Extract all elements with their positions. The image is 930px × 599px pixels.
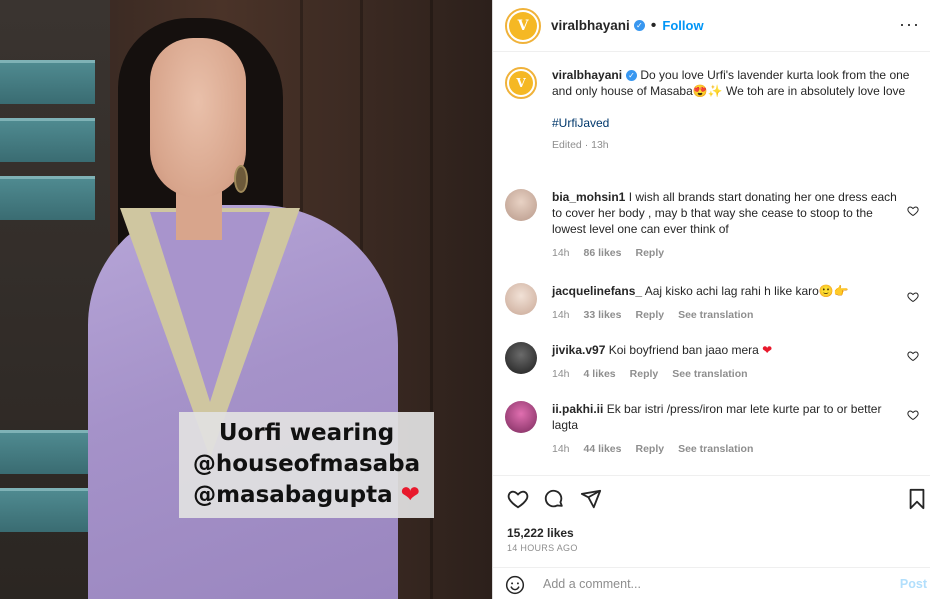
heart-emoji: ❤ bbox=[762, 343, 773, 357]
action-bar bbox=[493, 475, 930, 525]
header-username[interactable]: viralbhayani bbox=[551, 18, 630, 33]
reply-button[interactable]: Reply bbox=[630, 368, 659, 380]
comment-username[interactable]: bia_mohsin1 bbox=[552, 190, 625, 204]
commenter-avatar[interactable] bbox=[505, 342, 537, 374]
comment-likes[interactable]: 4 likes bbox=[584, 368, 616, 380]
avatar-logo: V bbox=[509, 71, 533, 95]
post-side-panel: V viralbhayani ✓ • Follow ··· V viralbha… bbox=[492, 0, 930, 599]
avatar-logo: V bbox=[509, 11, 537, 40]
shelf bbox=[0, 430, 95, 474]
comment-like-icon[interactable] bbox=[907, 409, 919, 421]
shelf bbox=[0, 176, 95, 220]
post-timestamp: 14 HOURS AGO bbox=[507, 543, 578, 553]
see-translation-link[interactable]: See translation bbox=[672, 368, 747, 380]
see-translation-link[interactable]: See translation bbox=[678, 309, 753, 321]
caption-edited: Edited · 13h bbox=[552, 139, 609, 151]
text-overlay: Uorfi wearing @houseofmasaba @masabagupt… bbox=[179, 412, 434, 518]
caption-username[interactable]: viralbhayani bbox=[552, 68, 622, 82]
shelf bbox=[0, 60, 95, 104]
reply-button[interactable]: Reply bbox=[635, 247, 664, 259]
earring bbox=[234, 165, 248, 193]
comment-username[interactable]: ii.pakhi.ii bbox=[552, 402, 603, 416]
more-options-icon[interactable]: ··· bbox=[899, 14, 920, 35]
overlay-line-3: @masabagupta ❤ bbox=[179, 480, 434, 511]
see-translation-link[interactable]: See translation bbox=[678, 443, 753, 455]
comment-likes[interactable]: 86 likes bbox=[584, 247, 622, 259]
commenter-avatar[interactable] bbox=[505, 283, 537, 315]
verified-badge-icon: ✓ bbox=[633, 20, 645, 31]
reply-button[interactable]: Reply bbox=[635, 443, 664, 455]
kurta-neckline bbox=[150, 212, 270, 402]
avatar[interactable]: V bbox=[505, 7, 541, 44]
comments-section[interactable]: V viralbhayani ✓ Do you love Urfi's laven… bbox=[493, 53, 930, 473]
comment-username[interactable]: jivika.v97 bbox=[552, 343, 605, 357]
comment-bubble-icon[interactable] bbox=[543, 488, 565, 510]
comment-time: 14h bbox=[552, 309, 570, 321]
caption-avatar[interactable]: V bbox=[505, 67, 537, 99]
hashtag-link[interactable]: #UrfiJaved bbox=[552, 115, 912, 131]
share-paper-plane-icon[interactable] bbox=[580, 488, 602, 510]
post-header: V viralbhayani ✓ • Follow ··· bbox=[493, 0, 930, 52]
follow-button[interactable]: Follow bbox=[662, 18, 703, 33]
verified-badge-icon: ✓ bbox=[626, 70, 638, 81]
comment-like-icon[interactable] bbox=[907, 291, 919, 303]
shelf bbox=[0, 118, 95, 162]
separator: • bbox=[650, 16, 657, 34]
comment-like-icon[interactable] bbox=[907, 205, 919, 217]
reply-button[interactable]: Reply bbox=[635, 309, 664, 321]
comment-likes[interactable]: 33 likes bbox=[584, 309, 622, 321]
comment-text: Koi boyfriend ban jaao mera bbox=[608, 343, 759, 357]
comment-text: Aaj kisko achi lag rahi h like karo🙂👉 bbox=[644, 284, 849, 298]
like-heart-icon[interactable] bbox=[507, 488, 529, 510]
post-media[interactable]: Uorfi wearing @houseofmasaba @masabagupt… bbox=[0, 0, 492, 599]
comment-input[interactable]: Add a comment... bbox=[543, 577, 641, 591]
person-face bbox=[150, 38, 246, 198]
post-comment-button[interactable]: Post bbox=[900, 577, 927, 591]
comment-time: 14h bbox=[552, 368, 570, 380]
comment-time: 14h bbox=[552, 247, 570, 259]
shelf bbox=[0, 488, 95, 532]
commenter-avatar[interactable] bbox=[505, 189, 537, 221]
overlay-line-1: Uorfi wearing bbox=[218, 420, 395, 446]
comment-time: 14h bbox=[552, 443, 570, 455]
heart-emoji: ❤ bbox=[400, 482, 420, 508]
comment-username[interactable]: jacquelinefans_ bbox=[552, 284, 642, 298]
comment-like-icon[interactable] bbox=[907, 350, 919, 362]
commenter-avatar[interactable] bbox=[505, 401, 537, 433]
add-comment-bar: Add a comment... Post bbox=[493, 567, 930, 599]
emoji-smiley-icon[interactable] bbox=[505, 575, 525, 595]
comment-likes[interactable]: 44 likes bbox=[584, 443, 622, 455]
likes-count[interactable]: 15,222 likes bbox=[507, 526, 574, 540]
overlay-line-2: @houseofmasaba bbox=[192, 451, 421, 477]
save-bookmark-icon[interactable] bbox=[907, 488, 927, 510]
